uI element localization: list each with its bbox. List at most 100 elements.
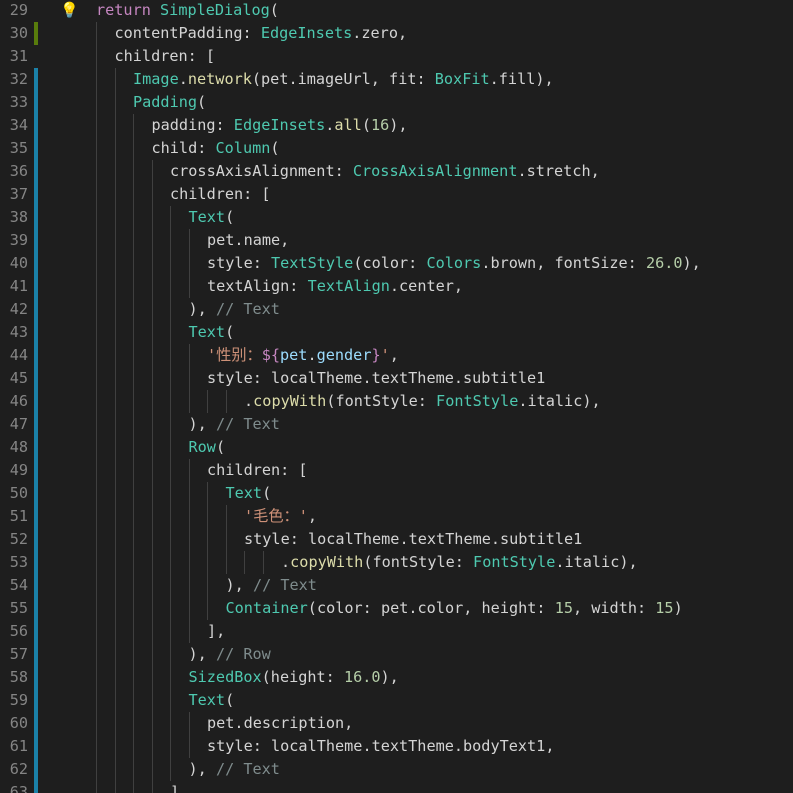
gutter-modified-marker[interactable] — [34, 252, 38, 275]
code-line[interactable]: 63], — [0, 781, 793, 793]
gutter-modified-marker[interactable] — [34, 712, 38, 735]
gutter-modified-marker[interactable] — [34, 528, 38, 551]
code-token: Row — [188, 438, 216, 456]
gutter-modified-marker[interactable] — [34, 367, 38, 390]
code-token: . — [178, 70, 188, 88]
code-line[interactable]: 54), // Text — [0, 574, 793, 597]
gutter-modified-marker[interactable] — [34, 114, 38, 137]
gutter-modified-marker[interactable] — [34, 781, 38, 793]
gutter-modified-marker[interactable] — [34, 321, 38, 344]
gutter-modified-marker[interactable] — [34, 275, 38, 298]
code-token: Text — [188, 691, 226, 709]
code-line[interactable]: 40 style: TextStyle(color: Colors.brown, … — [0, 252, 793, 275]
line-number: 59 — [9, 691, 28, 709]
code-line[interactable]: 36 crossAxisAlignment: CrossAxisAlignment… — [0, 160, 793, 183]
line-number: 29 — [9, 1, 28, 19]
indent-guide — [133, 436, 134, 459]
gutter-modified-marker[interactable] — [34, 551, 38, 574]
indent-guide — [96, 574, 97, 597]
code-line[interactable]: 48 Row( — [0, 436, 793, 459]
gutter-modified-marker[interactable] — [34, 413, 38, 436]
code-line[interactable]: 42), // Text — [0, 298, 793, 321]
indent-guide — [96, 160, 97, 183]
code-line[interactable]: 51 '毛色：', — [0, 505, 793, 528]
indent-guide — [114, 758, 116, 781]
code-text: Text( — [189, 206, 235, 229]
indent-guide — [114, 321, 116, 344]
code-line[interactable]: 32 Image.network(pet.imageUrl, fit: BoxFi… — [0, 68, 793, 91]
code-line[interactable]: 62), // Text — [0, 758, 793, 781]
code-token: textAlign: — [207, 277, 308, 295]
indent-guide — [151, 252, 153, 275]
code-line[interactable]: 57), // Row — [0, 643, 793, 666]
indent-guide — [114, 597, 116, 620]
gutter-modified-marker[interactable] — [34, 160, 38, 183]
indent-guide — [114, 620, 116, 643]
gutter-modified-marker[interactable] — [34, 137, 38, 160]
code-line[interactable]: 35 child: Column( — [0, 137, 793, 160]
code-line[interactable]: 30 contentPadding: EdgeInsets.zero, — [0, 22, 793, 45]
gutter-modified-marker[interactable] — [34, 505, 38, 528]
code-token: // Text — [215, 415, 280, 433]
gutter-modified-marker[interactable] — [34, 436, 38, 459]
gutter-modified-marker[interactable] — [34, 459, 38, 482]
code-token: 26.0 — [645, 254, 683, 272]
gutter-modified-marker[interactable] — [34, 758, 38, 781]
indent-guide — [96, 482, 97, 505]
code-token: padding: — [151, 116, 234, 134]
code-line[interactable]: 37 children: [ — [0, 183, 793, 206]
gutter-added-marker[interactable] — [34, 22, 38, 45]
gutter-modified-marker[interactable] — [34, 666, 38, 689]
gutter-modified-marker[interactable] — [34, 597, 38, 620]
lightbulb-icon[interactable]: 💡 — [60, 0, 79, 22]
gutter-modified-marker[interactable] — [34, 735, 38, 758]
code-line[interactable]: 34 padding: EdgeInsets.all(16), — [0, 114, 793, 137]
code-token: SizedBox — [188, 668, 262, 686]
code-line[interactable]: 47), // Text — [0, 413, 793, 436]
code-line[interactable]: 31 children: [ — [0, 45, 793, 68]
code-line[interactable]: 50 Text( — [0, 482, 793, 505]
code-line[interactable]: 52 style: localTheme.textTheme.subtitle1 — [0, 528, 793, 551]
code-line[interactable]: 53 .copyWith(fontStyle: FontStyle.italic)… — [0, 551, 793, 574]
code-editor[interactable]: 29 💡 return SimpleDialog(30 contentPadding:… — [0, 0, 793, 793]
gutter-modified-marker[interactable] — [34, 298, 38, 321]
gutter-modified-marker[interactable] — [34, 689, 38, 712]
code-line[interactable]: 49 children: [ — [0, 459, 793, 482]
code-line[interactable]: 55 Container(color: pet.color, height: 15… — [0, 597, 793, 620]
code-line[interactable]: 43 Text( — [0, 321, 793, 344]
indent-guide — [170, 643, 171, 666]
indent-guide — [151, 482, 153, 505]
gutter-modified-marker[interactable] — [34, 482, 38, 505]
code-line[interactable]: 61 style: localTheme.textTheme.bodyText1, — [0, 735, 793, 758]
code-line[interactable]: 39 pet.name, — [0, 229, 793, 252]
code-line[interactable]: 56], — [0, 620, 793, 643]
code-token: BoxFit — [434, 70, 490, 88]
code-text: Text( — [226, 482, 272, 505]
code-line[interactable]: 29 💡 return SimpleDialog( — [0, 0, 793, 22]
indent-guide — [133, 505, 134, 528]
gutter-modified-marker[interactable] — [34, 390, 38, 413]
code-line[interactable]: 60 pet.description, — [0, 712, 793, 735]
gutter-modified-marker[interactable] — [34, 183, 38, 206]
code-line[interactable]: 44 '性别：${pet.gender}', — [0, 344, 793, 367]
code-line[interactable]: 41 textAlign: TextAlign.center, — [0, 275, 793, 298]
gutter-modified-marker[interactable] — [34, 68, 38, 91]
gutter-modified-marker[interactable] — [34, 206, 38, 229]
indent-guide — [96, 735, 97, 758]
gutter-modified-marker[interactable] — [34, 620, 38, 643]
code-line[interactable]: 46 .copyWith(fontStyle: FontStyle.italic)… — [0, 390, 793, 413]
code-line[interactable]: 58 SizedBox(height: 16.0), — [0, 666, 793, 689]
code-token: .center, — [389, 277, 464, 295]
code-line[interactable]: 59 Text( — [0, 689, 793, 712]
indent-guide — [96, 206, 97, 229]
code-line[interactable]: 33 Padding( — [0, 91, 793, 114]
gutter-modified-marker[interactable] — [34, 344, 38, 367]
gutter-modified-marker[interactable] — [34, 643, 38, 666]
gutter-modified-marker[interactable] — [34, 229, 38, 252]
gutter-modified-marker[interactable] — [34, 574, 38, 597]
code-line[interactable]: 45 style: localTheme.textTheme.subtitle1 — [0, 367, 793, 390]
indent-guide — [133, 413, 134, 436]
gutter-modified-marker[interactable] — [34, 91, 38, 114]
code-line[interactable]: 38 Text( — [0, 206, 793, 229]
